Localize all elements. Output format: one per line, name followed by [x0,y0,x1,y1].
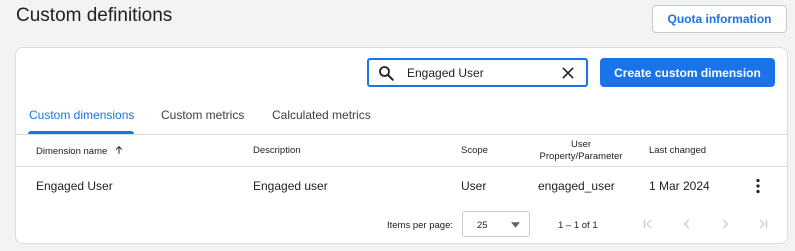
items-per-page-value: 25 [477,220,488,231]
tab-custom-metrics[interactable]: Custom metrics [161,108,244,122]
table-row[interactable]: Engaged User Engaged user User engaged_u… [16,167,787,206]
column-header-label: Dimension name [36,146,108,157]
column-header-property-line2: Property/Parameter [539,151,623,162]
cell-property: engaged_user [538,179,615,193]
chevron-left-icon[interactable] [680,217,694,231]
dropdown-arrow-icon [511,222,520,228]
page-range-label: 1 – 1 of 1 [558,220,598,231]
page-title: Custom definitions [16,5,173,26]
quota-information-button[interactable]: Quota information [652,5,787,33]
arrow-upward-icon [115,145,123,154]
more-vert-icon[interactable] [753,178,763,194]
chevron-right-icon[interactable] [718,217,732,231]
column-header-property: User Property/Parameter [536,139,626,163]
paginator: Items per page: 25 1 – 1 of 1 [16,206,787,242]
tab-calculated-metrics[interactable]: Calculated metrics [272,108,371,122]
column-header-dimension-name[interactable]: Dimension name [36,145,124,157]
search-icon [379,66,394,81]
cell-dimension-name: Engaged User [36,179,113,193]
search-box[interactable] [367,58,588,87]
create-custom-dimension-button[interactable]: Create custom dimension [600,58,775,87]
close-icon[interactable] [560,65,576,81]
search-input[interactable] [407,63,547,83]
first-page-icon[interactable] [641,217,655,231]
table-header: Dimension name Description Scope User Pr… [16,134,787,167]
tab-custom-dimensions[interactable]: Custom dimensions [29,108,134,122]
column-header-scope: Scope [461,145,488,156]
last-page-icon[interactable] [756,217,770,231]
column-header-last-changed: Last changed [649,145,707,156]
cell-last-changed: 1 Mar 2024 [649,179,710,193]
items-per-page-label: Items per page: [387,220,454,231]
cell-scope: User [461,179,487,193]
custom-definitions-card: Create custom dimension Custom dimension… [15,47,788,244]
tab-bar: Custom dimensions Custom metrics Calcula… [16,100,787,134]
column-header-property-line1: User [570,139,592,150]
cell-description: Engaged user [253,179,328,193]
column-header-description: Description [253,145,301,156]
items-per-page-select[interactable]: 25 [462,211,530,237]
